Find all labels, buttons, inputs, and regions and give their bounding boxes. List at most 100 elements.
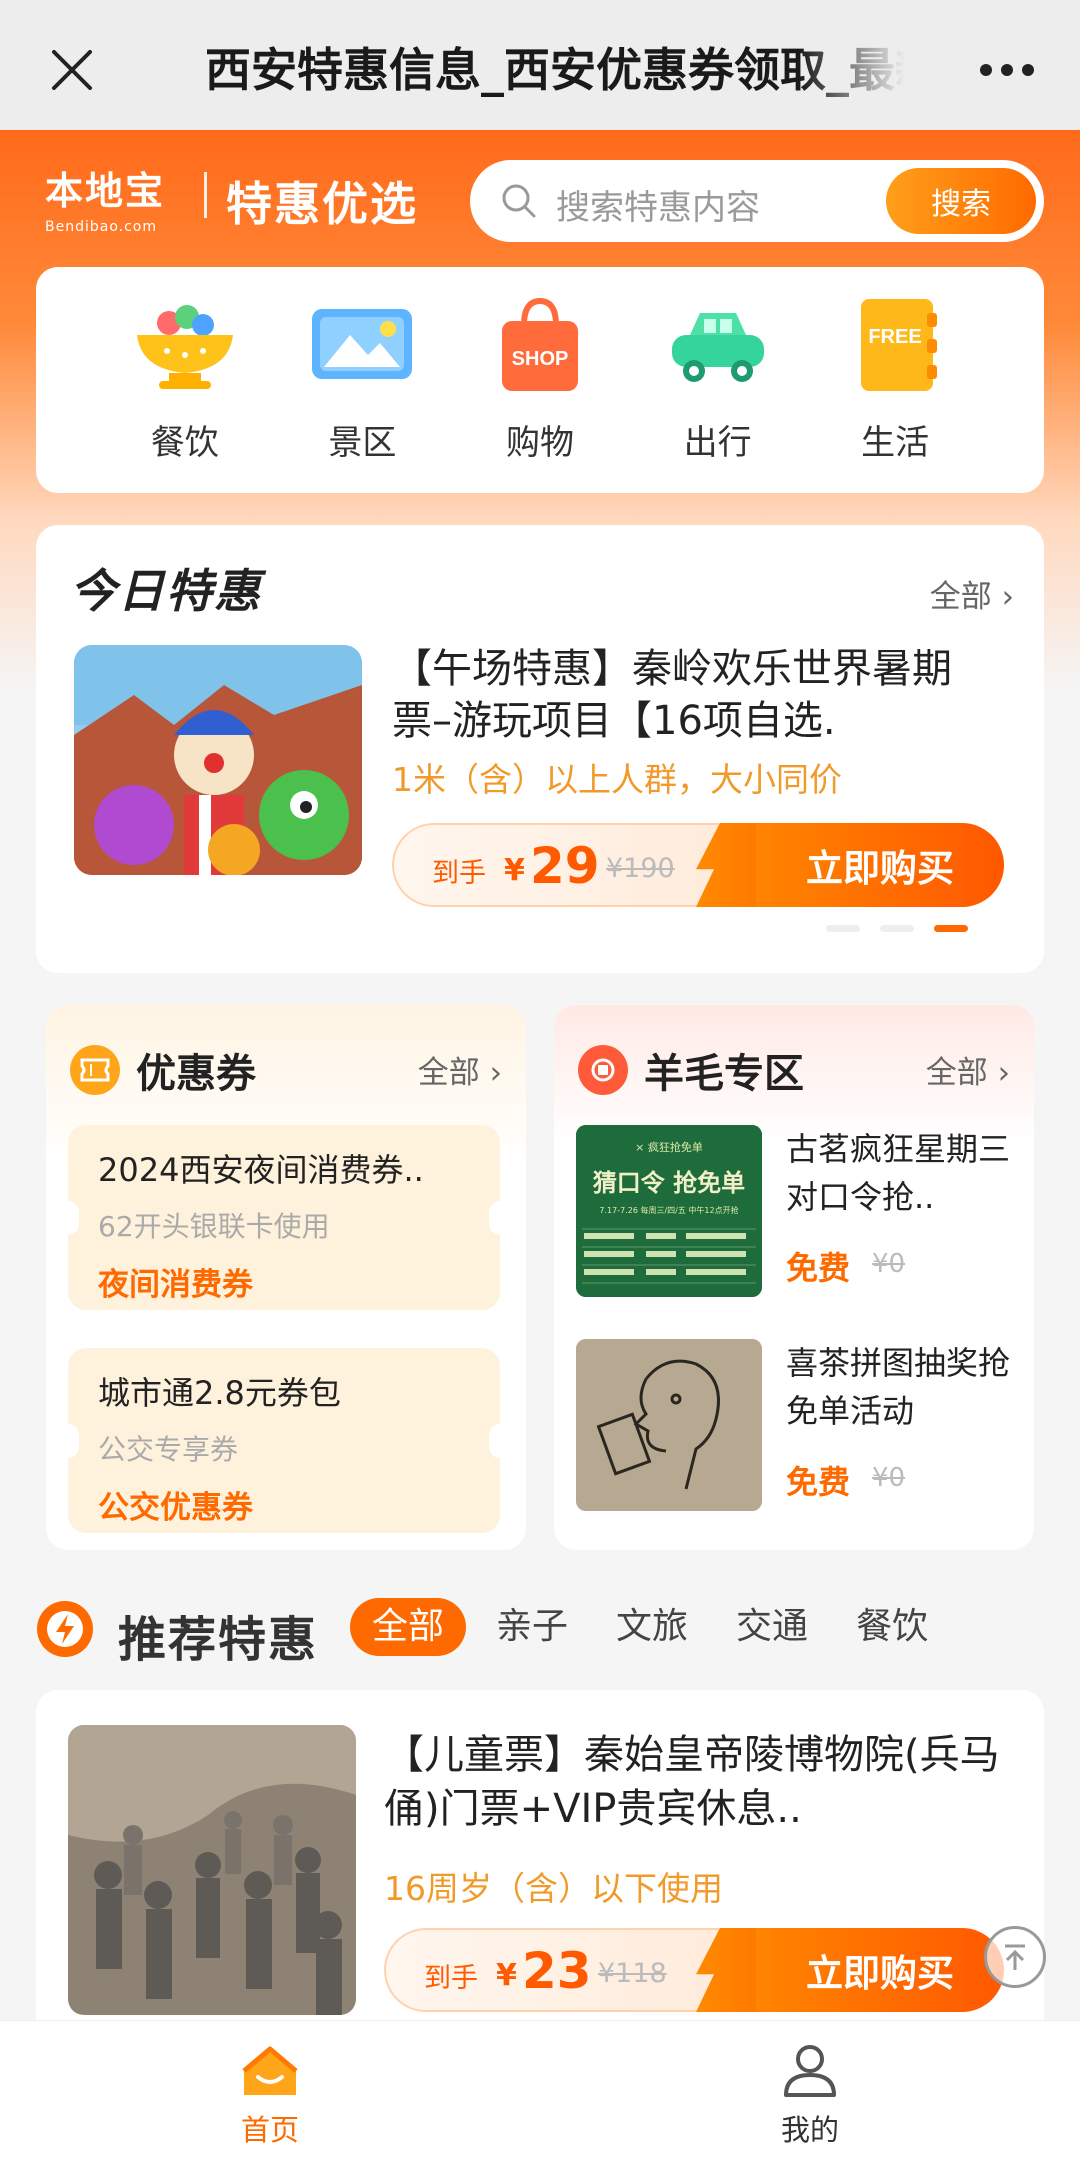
category-card: 餐饮 景区 SHOP 购物 出行 FREE 生活	[36, 267, 1044, 493]
arrow-up-icon	[1005, 1944, 1025, 1970]
tab-culture-travel[interactable]: 文旅	[616, 1598, 688, 1656]
freebie-section: 羊毛专区 全部 › × 疯狂抢免单 猜口令 抢免单 7.17-7.26 每周三/…	[554, 1005, 1034, 1550]
today-deal-name[interactable]: 【午场特惠】秦岭欢乐世界暑期票–游玩项目【16项自选.	[392, 643, 1002, 747]
tab-all[interactable]: 全部	[350, 1598, 467, 1656]
buy-now-button[interactable]: 立即购买	[722, 823, 1004, 907]
svg-text:FREE: FREE	[869, 326, 922, 348]
today-more-link[interactable]: 全部 ›	[930, 571, 1014, 616]
today-deal-card: 今日特惠 全部 › 【午场特惠】秦岭欢乐世界暑期票–游玩项目【16项自选. 1米…	[36, 525, 1044, 973]
freebie-price: 免费	[786, 1249, 851, 1287]
poster-dates: 7.17-7.26 每周三/四/五 中午12点开抢	[599, 1205, 738, 1215]
today-deal-title-text: 今日特惠	[70, 564, 262, 618]
search-bar[interactable]: 搜索特惠内容 搜索	[470, 160, 1044, 242]
top-navbar: 西安特惠信息_西安优惠券领取_最新	[0, 0, 1080, 130]
coupon-sub: 公交专享券	[98, 1433, 239, 1466]
more-dots-icon[interactable]	[980, 64, 1034, 78]
tab-food[interactable]: 餐饮	[856, 1598, 928, 1656]
freebie-section-header: 羊毛专区	[578, 1041, 804, 1099]
freebie-name: 喜茶拼图抽奖抢免单活动	[786, 1344, 1011, 1430]
coupon-title: 2024西安夜间消费券..	[98, 1151, 424, 1189]
coupon-section: 优惠券 全部 › 2024西安夜间消费券.. 62开头银联卡使用 夜间消费券 城…	[46, 1005, 526, 1550]
bottom-tab-bar: 首页 我的	[0, 2020, 1080, 2166]
category-shopping[interactable]: SHOP 购物	[480, 267, 600, 493]
coupon-item[interactable]: 城市通2.8元券包 公交专享券 公交优惠券	[57, 1348, 511, 1533]
tab-home-label: 首页	[240, 2113, 299, 2147]
bendibao-logo[interactable]: 本地宝 Bendibao.com	[45, 160, 175, 235]
currency-symbol: ¥	[496, 1958, 517, 1993]
carousel-dot-active	[934, 925, 968, 932]
freebie-name: 古茗疯狂星期三对口令抢..	[786, 1130, 1011, 1216]
coupon-item[interactable]: 2024西安夜间消费券.. 62开头银联卡使用 夜间消费券	[57, 1125, 511, 1310]
recommend-price-bar[interactable]: 到手 ¥ 23 ¥118 立即购买	[384, 1928, 1004, 2012]
close-icon[interactable]	[50, 48, 94, 92]
svg-text:SHOP: SHOP	[512, 348, 569, 370]
coupon-tag: 公交优惠券	[98, 1490, 253, 1526]
search-button[interactable]: 搜索	[886, 168, 1036, 234]
logo-slogan: 特惠优选	[226, 177, 418, 231]
original-price: ¥190	[606, 853, 675, 884]
terracotta-warriors-image[interactable]	[68, 1725, 356, 2015]
price-label: 到手	[432, 858, 486, 889]
recommend-deal-card: 【儿童票】秦始皇帝陵博物院(兵马俑)门票+VIP贵宾休息.. 16周岁（含）以下…	[36, 1690, 1044, 2020]
carousel-indicator	[826, 925, 968, 932]
logo-sub-text: Bendibao.com	[45, 219, 158, 235]
car-icon	[671, 313, 764, 382]
search-input[interactable]: 搜索特惠内容	[556, 180, 760, 229]
poster-top-text: × 疯狂抢免单	[635, 1140, 703, 1154]
back-to-top-button[interactable]	[984, 1926, 1046, 1988]
coupon-ticket-icon	[70, 1045, 120, 1095]
scenic-picture-icon	[312, 309, 413, 379]
free-notebook-icon: FREE	[861, 299, 938, 391]
coupon-sub: 62开头银联卡使用	[98, 1210, 330, 1243]
clown-figure-graphic	[74, 645, 362, 875]
currency-symbol: ¥	[504, 853, 525, 888]
price-label: 到手	[424, 1963, 478, 1994]
category-travel[interactable]: 出行	[658, 267, 778, 493]
tab-mine[interactable]: 我的	[730, 2043, 890, 2149]
user-icon	[784, 2045, 836, 2097]
coupon-more-link[interactable]: 全部 ›	[418, 1047, 502, 1092]
category-label: 餐饮	[150, 423, 219, 463]
tab-mine-label: 我的	[780, 2113, 839, 2147]
today-deal-title: 今日特惠	[70, 555, 262, 621]
buy-now-button[interactable]: 立即购买	[722, 1928, 1004, 2012]
freebie-price: 免费	[786, 1463, 851, 1501]
more-label: 全部	[925, 1055, 988, 1091]
tab-transport[interactable]: 交通	[736, 1598, 808, 1656]
carousel-dot	[880, 925, 914, 932]
poster-headline: 猜口令 抢免单	[592, 1169, 745, 1197]
recommend-title: 推荐特惠	[118, 1612, 319, 1668]
logo-main-text: 本地宝	[45, 168, 166, 213]
recommend-deal-name[interactable]: 【儿童票】秦始皇帝陵博物院(兵马俑)门票+VIP贵宾休息..	[384, 1728, 1004, 1836]
freebie-item[interactable]: × 疯狂抢免单 猜口令 抢免单 7.17-7.26 每周三/四/五 中午12点开…	[576, 1125, 1016, 1300]
freebie-original-price: ¥0	[872, 1249, 906, 1279]
category-label: 生活	[861, 423, 930, 463]
coupon-section-header: 优惠券	[70, 1041, 256, 1099]
more-label: 全部	[417, 1055, 480, 1091]
coupon-section-title: 优惠券	[136, 1051, 256, 1097]
original-price: ¥118	[598, 1958, 667, 1989]
coupon-tag: 夜间消费券	[98, 1267, 253, 1303]
category-scenic[interactable]: 景区	[302, 267, 422, 493]
tab-family[interactable]: 亲子	[496, 1598, 568, 1656]
amusement-park-image[interactable]	[74, 645, 362, 875]
guming-poster-image: × 疯狂抢免单 猜口令 抢免单 7.17-7.26 每周三/四/五 中午12点开…	[576, 1125, 762, 1297]
page-title: 西安特惠信息_西安优惠券领取_最新	[205, 43, 905, 97]
category-life[interactable]: FREE 生活	[835, 267, 955, 493]
deal-price: 23	[522, 1942, 592, 2000]
refresh-circle-icon	[578, 1045, 628, 1095]
more-label: 全部	[929, 579, 992, 615]
freebie-item[interactable]: 喜茶拼图抽奖抢免单活动 免费 ¥0	[576, 1339, 1016, 1514]
category-food[interactable]: 餐饮	[125, 267, 245, 493]
category-label: 购物	[505, 423, 574, 463]
freebie-more-link[interactable]: 全部 ›	[926, 1047, 1010, 1092]
home-icon	[242, 2046, 298, 2095]
lightning-badge-icon	[37, 1601, 93, 1657]
today-price-bar[interactable]: 到手 ¥ 29 ¥190 立即购买	[392, 823, 1004, 907]
shopping-bag-icon: SHOP	[501, 297, 578, 391]
search-icon	[502, 184, 536, 218]
food-bowl-icon	[136, 305, 233, 389]
freebie-section-title: 羊毛专区	[644, 1051, 804, 1097]
heytea-sketch-image	[576, 1339, 762, 1511]
tab-home[interactable]: 首页	[190, 2043, 350, 2149]
